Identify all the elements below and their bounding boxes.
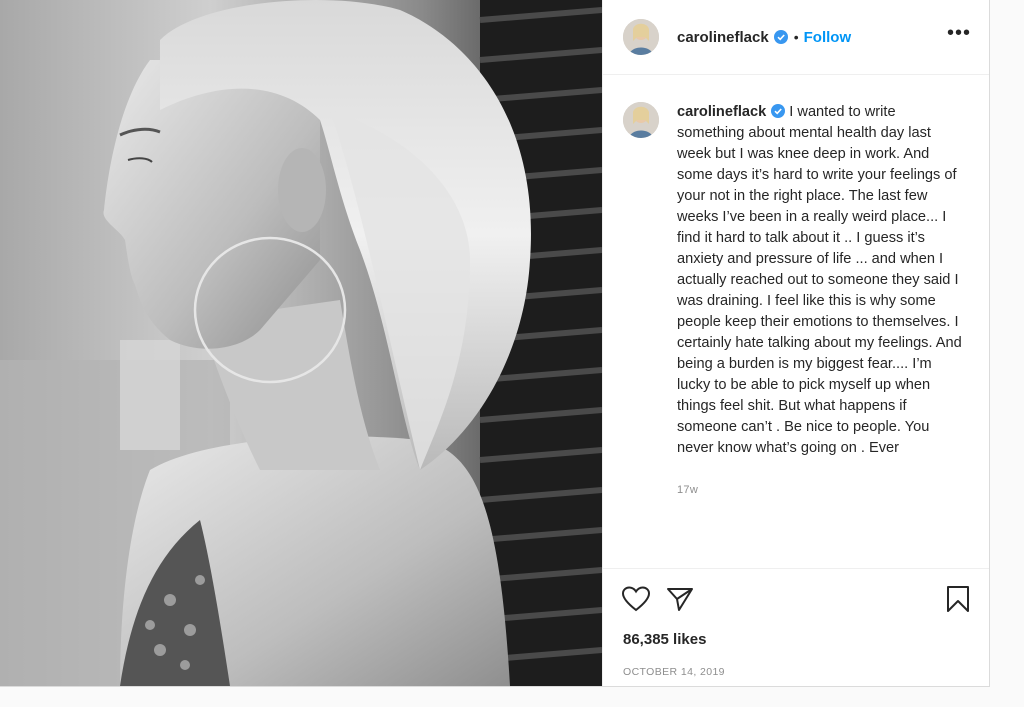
- caption-text: I wanted to write something about mental…: [677, 104, 962, 456]
- heart-icon: [622, 585, 650, 611]
- post-photo[interactable]: [0, 0, 602, 686]
- caption: carolineflack I wanted to write somethin…: [677, 102, 962, 459]
- photo-image: [0, 0, 602, 686]
- avatar-image: [623, 19, 659, 55]
- verified-badge-icon: [773, 30, 788, 44]
- more-options-icon[interactable]: •••: [947, 23, 971, 46]
- caption-area: carolineflack I wanted to write somethin…: [603, 75, 989, 568]
- post-date: OCTOBER 14, 2019: [623, 666, 725, 678]
- likes-count[interactable]: 86,385 likes: [603, 628, 989, 652]
- bookmark-icon: [947, 585, 969, 612]
- separator-dot: •: [793, 29, 799, 45]
- caption-body: carolineflack I wanted to write somethin…: [677, 102, 962, 568]
- post-header: carolineflack • Follow •••: [603, 0, 989, 75]
- post-time-ago[interactable]: 17w: [677, 484, 962, 496]
- action-bar: [603, 568, 989, 628]
- header-username[interactable]: carolineflack: [677, 29, 769, 46]
- like-button[interactable]: [621, 584, 651, 614]
- caption-avatar[interactable]: [623, 102, 659, 138]
- paper-plane-icon: [667, 587, 693, 611]
- save-button[interactable]: [943, 584, 973, 614]
- avatar[interactable]: [623, 19, 659, 55]
- share-button[interactable]: [665, 584, 695, 614]
- post-sidebar: carolineflack • Follow ••• carolineflack…: [602, 0, 989, 686]
- avatar-image: [623, 102, 659, 138]
- caption-username[interactable]: carolineflack: [677, 104, 766, 120]
- verified-badge-icon: [771, 104, 786, 118]
- follow-button[interactable]: Follow: [804, 29, 852, 46]
- post-container: carolineflack • Follow ••• carolineflack…: [0, 0, 990, 687]
